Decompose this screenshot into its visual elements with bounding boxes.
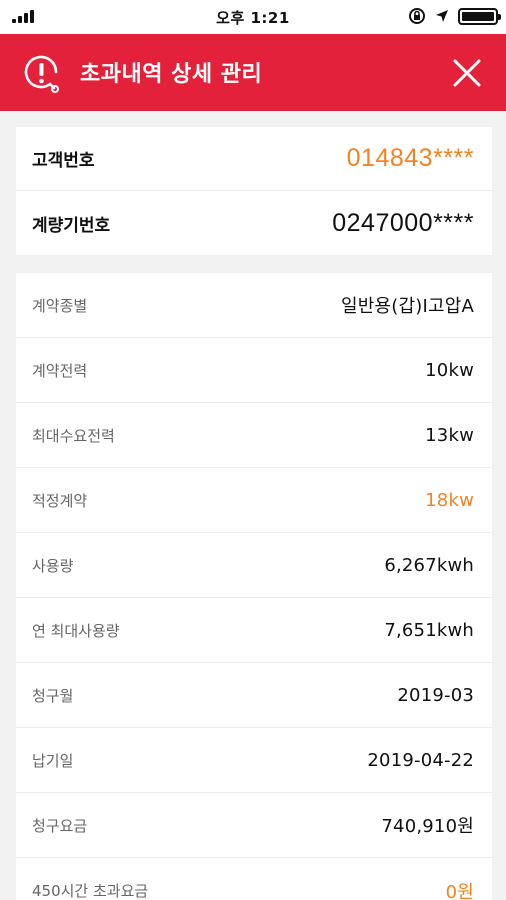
detail-label: 450시간 초과요금 (32, 882, 149, 900)
customer-number-row: 고객번호 014843**** (16, 127, 492, 191)
location-icon (436, 10, 448, 22)
detail-value: 일반용(갑)I고압A (340, 296, 474, 317)
detail-row-annual-max-usage: 연 최대사용량 7,651kwh (16, 598, 492, 663)
alert-plug-icon (24, 55, 59, 93)
detail-row-usage: 사용량 6,267kwh (16, 533, 492, 598)
signal-icon (12, 10, 34, 23)
meter-number-row: 계량기번호 0247000**** (16, 191, 492, 255)
detail-label: 최대수요전력 (32, 426, 115, 445)
status-bar: 오후 1:21 (0, 0, 506, 34)
detail-value: 2019-03 (397, 684, 474, 706)
rotation-lock-icon (409, 8, 425, 24)
status-time: 오후 1:21 (216, 8, 290, 27)
detail-label: 계약전력 (32, 361, 88, 380)
detail-label: 적정계약 (32, 491, 88, 510)
detail-value: 0원 (445, 881, 474, 900)
detail-label: 계약종별 (32, 296, 88, 315)
detail-value: 13kw (425, 424, 474, 446)
detail-row-proper-contract: 적정계약 18kw (16, 468, 492, 533)
detail-row-due-date: 납기일 2019-04-22 (16, 728, 492, 793)
close-icon[interactable] (452, 58, 482, 88)
detail-row-max-demand: 최대수요전력 13kw (16, 403, 492, 468)
battery-icon (458, 7, 501, 25)
detail-value: 2019-04-22 (367, 749, 474, 771)
status-icons (408, 7, 501, 25)
detail-row-billing-month: 청구월 2019-03 (16, 663, 492, 728)
detail-label: 청구요금 (32, 816, 88, 835)
detail-value: 6,267kwh (384, 554, 474, 576)
detail-card: 계약종별 일반용(갑)I고압A 계약전력 10kw 최대수요전력 13kw 적정… (16, 273, 492, 900)
detail-row-overtime-charge: 450시간 초과요금 0원 (16, 858, 492, 900)
customer-number-value: 014843**** (346, 144, 474, 172)
id-card: 고객번호 014843**** 계량기번호 0247000**** (16, 127, 492, 255)
detail-row-contract-power: 계약전력 10kw (16, 338, 492, 403)
detail-label: 연 최대사용량 (32, 621, 120, 640)
meter-number-label: 계량기번호 (32, 215, 111, 236)
app-header: 초과내역 상세 관리 (0, 34, 506, 111)
detail-value: 7,651kwh (384, 619, 474, 641)
detail-row-contract-type: 계약종별 일반용(갑)I고압A (16, 273, 492, 338)
meter-number-value: 0247000**** (332, 208, 474, 237)
detail-value: 18kw (425, 489, 474, 511)
detail-label: 청구월 (32, 686, 74, 705)
page-title: 초과내역 상세 관리 (80, 62, 263, 87)
detail-value: 10kw (425, 359, 474, 381)
detail-label: 납기일 (32, 751, 74, 770)
detail-label: 사용량 (32, 556, 74, 575)
content: 고객번호 014843**** 계량기번호 0247000**** 계약종별 일… (0, 111, 506, 900)
detail-row-billed-amount: 청구요금 740,910원 (16, 793, 492, 858)
customer-number-label: 고객번호 (32, 151, 95, 171)
detail-value: 740,910원 (381, 816, 474, 837)
